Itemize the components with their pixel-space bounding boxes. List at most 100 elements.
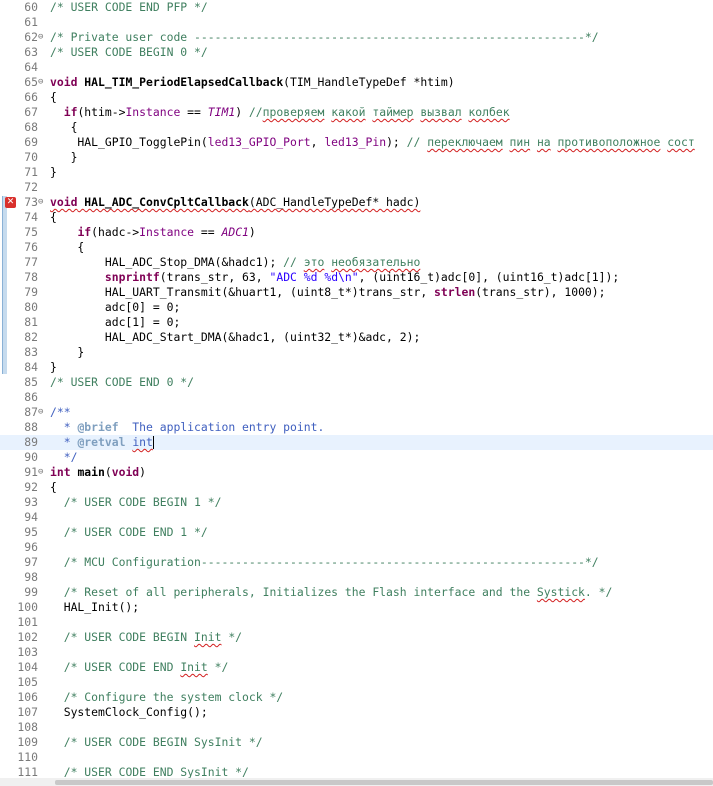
code-text[interactable]: /* USER CODE END Init */ — [50, 660, 229, 675]
code-line[interactable]: 68 { — [0, 120, 713, 135]
code-line[interactable]: 99 /* Reset of all peripherals, Initiali… — [0, 585, 713, 600]
code-text[interactable]: void HAL_TIM_PeriodElapsedCallback(TIM_H… — [50, 75, 455, 90]
code-line[interactable]: 98 — [0, 570, 713, 585]
fold-toggle-icon[interactable]: ⊖ — [38, 405, 47, 420]
code-text[interactable]: int main(void) — [50, 465, 146, 480]
code-line[interactable]: 97 /* MCU Configuration-----------------… — [0, 555, 713, 570]
line-number: 94 — [24, 510, 38, 524]
code-line[interactable]: 64 — [0, 60, 713, 75]
code-line[interactable]: 89 * @retval int — [0, 435, 713, 450]
code-line[interactable]: 65 ⊖ void HAL_TIM_PeriodElapsedCallback(TI… — [0, 75, 713, 90]
code-text[interactable]: /* Configure the system clock */ — [50, 690, 283, 705]
code-line[interactable]: 69 HAL_GPIO_TogglePin(led13_GPIO_Port, l… — [0, 135, 713, 150]
code-line[interactable]: 76 { — [0, 240, 713, 255]
fold-toggle-icon[interactable]: ⊖ — [38, 465, 47, 480]
error-x-icon[interactable]: ✕ — [5, 197, 16, 208]
code-line[interactable]: 90 */ — [0, 450, 713, 465]
scrollbar-thumb[interactable] — [55, 780, 713, 785]
code-text[interactable]: */ — [50, 450, 78, 465]
code-text[interactable]: /* USER CODE END PFP */ — [50, 0, 208, 15]
code-text[interactable]: { — [50, 210, 57, 225]
code-line[interactable]: 72 — [0, 180, 713, 195]
code-text[interactable]: /* MCU Configuration--------------------… — [50, 555, 599, 570]
code-line[interactable]: 83 } — [0, 345, 713, 360]
code-text[interactable]: * @retval int — [50, 435, 154, 450]
code-line[interactable]: 106 /* Configure the system clock */ — [0, 690, 713, 705]
code-line[interactable]: 82 HAL_ADC_Start_DMA(&hadc1, (uint32_t*)… — [0, 330, 713, 345]
code-line[interactable]: 102 /* USER CODE BEGIN Init */ — [0, 630, 713, 645]
code-text[interactable]: * @brief The application entry point. — [50, 420, 325, 435]
code-text[interactable]: /* USER CODE END 1 */ — [50, 525, 208, 540]
code-line[interactable]: 96 — [0, 540, 713, 555]
code-line[interactable]: 60 /* USER CODE END PFP */ — [0, 0, 713, 15]
code-text[interactable]: { — [50, 120, 78, 135]
code-line[interactable]: 74 { — [0, 210, 713, 225]
code-line[interactable]: 67 if(htim->Instance == TIM1) //проверяе… — [0, 105, 713, 120]
code-text[interactable]: { — [50, 240, 84, 255]
code-line[interactable]: 79 HAL_UART_Transmit(&huart1, (uint8_t*)… — [0, 285, 713, 300]
code-text[interactable]: /* USER CODE BEGIN 1 */ — [50, 495, 222, 510]
code-text[interactable]: } — [50, 360, 57, 375]
horizontal-scrollbar[interactable] — [0, 778, 713, 786]
code-text[interactable]: void HAL_ADC_ConvCpltCallback(ADC_Handle… — [50, 195, 420, 210]
code-text[interactable]: } — [50, 345, 84, 360]
code-line[interactable]: 78 snprintf(trans_str, 63, "ADC %d %d\n"… — [0, 270, 713, 285]
fold-toggle-icon[interactable]: ⊖ — [38, 30, 47, 45]
code-text[interactable]: /* USER CODE BEGIN 0 */ — [50, 45, 208, 60]
code-text[interactable]: } — [50, 165, 57, 180]
code-text[interactable]: { — [50, 90, 57, 105]
code-line[interactable]: 104 /* USER CODE END Init */ — [0, 660, 713, 675]
code-line[interactable]: 110 — [0, 750, 713, 765]
code-text[interactable]: adc[1] = 0; — [50, 315, 180, 330]
code-text[interactable]: if(hadc->Instance == ADC1) — [50, 225, 255, 240]
code-line[interactable]: 73 ⊖ ✕ void HAL_ADC_ConvCpltCallback(ADC_Ha… — [0, 195, 713, 210]
code-text[interactable]: HAL_ADC_Stop_DMA(&hadc1); // это необяза… — [50, 255, 420, 270]
code-line[interactable]: 103 — [0, 645, 713, 660]
code-text[interactable]: /** — [50, 405, 71, 420]
code-line[interactable]: 92 { — [0, 480, 713, 495]
code-line[interactable]: 63 /* USER CODE BEGIN 0 */ — [0, 45, 713, 60]
code-line[interactable]: 105 — [0, 675, 713, 690]
code-line[interactable]: 84} — [0, 360, 713, 375]
code-text[interactable]: HAL_GPIO_TogglePin(led13_GPIO_Port, led1… — [50, 135, 694, 150]
code-line[interactable]: 75 if(hadc->Instance == ADC1) — [0, 225, 713, 240]
code-text[interactable]: HAL_UART_Transmit(&huart1, (uint8_t*)tra… — [50, 285, 606, 300]
code-line[interactable]: 88 * @brief The application entry point. — [0, 420, 713, 435]
code-line[interactable]: 109 /* USER CODE BEGIN SysInit */ — [0, 735, 713, 750]
code-line[interactable]: 108 — [0, 720, 713, 735]
code-text[interactable]: /* Private user code -------------------… — [50, 30, 599, 45]
code-line[interactable]: 91 ⊖ int main(void) — [0, 465, 713, 480]
fold-toggle-icon[interactable]: ⊖ — [38, 195, 47, 210]
code-text[interactable]: /* Reset of all peripherals, Initializes… — [50, 585, 613, 600]
code-line[interactable]: 62 ⊖/* Private user code ----------------… — [0, 30, 713, 45]
code-editor[interactable]: 60/* USER CODE END PFP */61 62 ⊖/* Private… — [0, 0, 713, 786]
code-line[interactable]: 95 /* USER CODE END 1 */ — [0, 525, 713, 540]
code-text[interactable]: snprintf(trans_str, 63, "ADC %d %d\n", (… — [50, 270, 619, 285]
code-line[interactable]: 70 } — [0, 150, 713, 165]
code-line[interactable]: 107 SystemClock_Config(); — [0, 705, 713, 720]
code-line[interactable]: 100 HAL_Init(); — [0, 600, 713, 615]
code-text[interactable]: /* USER CODE BEGIN SysInit */ — [50, 735, 263, 750]
code-text[interactable]: /* USER CODE BEGIN Init */ — [50, 630, 242, 645]
code-line[interactable]: 94 — [0, 510, 713, 525]
code-text[interactable]: HAL_ADC_Start_DMA(&hadc1, (uint32_t*)&ad… — [50, 330, 420, 345]
code-text[interactable]: HAL_Init(); — [50, 600, 139, 615]
code-line[interactable]: 86 — [0, 390, 713, 405]
code-text[interactable]: { — [50, 480, 57, 495]
code-line[interactable]: 77 HAL_ADC_Stop_DMA(&hadc1); // это необ… — [0, 255, 713, 270]
code-text[interactable]: SystemClock_Config(); — [50, 705, 208, 720]
code-line[interactable]: 80 adc[0] = 0; — [0, 300, 713, 315]
code-text[interactable]: adc[0] = 0; — [50, 300, 180, 315]
code-text[interactable]: /* USER CODE END 0 */ — [50, 375, 194, 390]
code-line[interactable]: 61 — [0, 15, 713, 30]
code-text[interactable]: if(htim->Instance == TIM1) //проверяем к… — [50, 105, 510, 120]
code-line[interactable]: 71} — [0, 165, 713, 180]
code-text[interactable]: } — [50, 150, 78, 165]
code-line[interactable]: 93 /* USER CODE BEGIN 1 */ — [0, 495, 713, 510]
code-line[interactable]: 81 adc[1] = 0; — [0, 315, 713, 330]
code-line[interactable]: 101 — [0, 615, 713, 630]
code-line[interactable]: 87 ⊖/** — [0, 405, 713, 420]
code-line[interactable]: 85 /* USER CODE END 0 */ — [0, 375, 713, 390]
fold-toggle-icon[interactable]: ⊖ — [38, 75, 47, 90]
code-line[interactable]: 66 { — [0, 90, 713, 105]
